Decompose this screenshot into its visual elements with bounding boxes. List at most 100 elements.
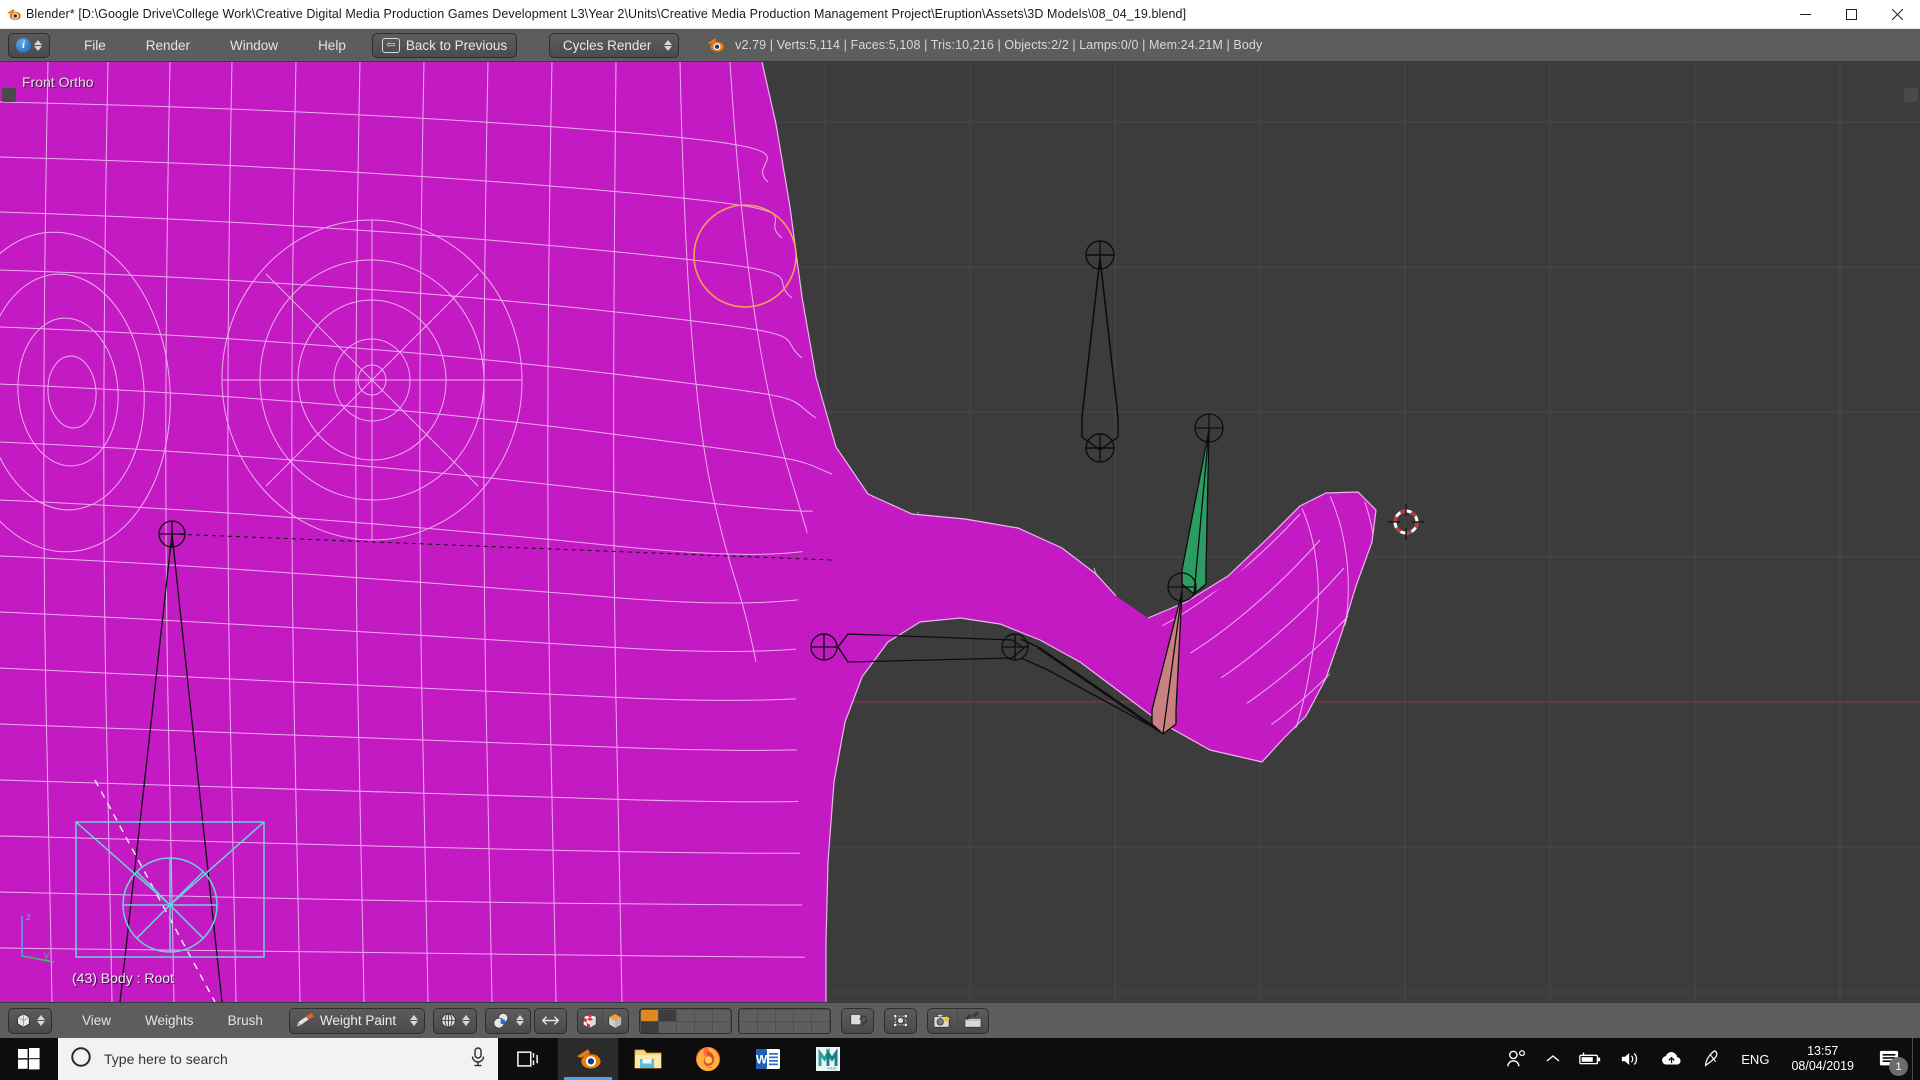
show-desktop-button[interactable]	[1912, 1038, 1920, 1080]
window-title: Blender* [D:\Google Drive\College Work\C…	[26, 7, 1187, 21]
menu-help[interactable]: Help	[308, 36, 356, 55]
clock-date: 08/04/2019	[1791, 1059, 1854, 1073]
interaction-mode-select[interactable]: Weight Paint	[288, 1007, 425, 1034]
mudbox-taskbar-icon[interactable]: MUD	[798, 1038, 858, 1080]
minimize-button[interactable]	[1782, 0, 1828, 29]
file-explorer-taskbar-icon[interactable]	[618, 1038, 678, 1080]
layer-18[interactable]	[775, 1021, 793, 1033]
transform-manipulator-button[interactable]	[883, 1007, 917, 1034]
render-engine-select[interactable]: Cycles Render	[549, 32, 680, 58]
3d-viewport[interactable]: Front Ortho (43) Body : Root z y	[0, 62, 1920, 1002]
textured-shading-icon[interactable]	[578, 1008, 603, 1033]
search-placeholder: Type here to search	[104, 1051, 228, 1067]
body-mesh-surface	[0, 62, 1284, 1002]
layer-1[interactable]	[640, 1009, 658, 1021]
back-to-previous-button[interactable]: ⇦ Back to Previous	[371, 32, 518, 58]
onedrive-icon[interactable]	[1651, 1038, 1693, 1080]
object-mode-icon	[17, 1013, 30, 1028]
maximize-button[interactable]	[1828, 0, 1874, 29]
chevron-updown-icon	[664, 39, 673, 51]
layer-8[interactable]	[775, 1009, 793, 1021]
blender-info-header: i File Render Window Help ⇦ Back to Prev…	[0, 29, 1920, 62]
pen-icon[interactable]	[1693, 1038, 1731, 1080]
people-icon[interactable]	[1497, 1038, 1537, 1080]
layer-13[interactable]	[676, 1021, 694, 1033]
menu-render[interactable]: Render	[136, 36, 200, 55]
proportional-edit-select[interactable]	[484, 1007, 531, 1034]
word-taskbar-icon[interactable]: W	[738, 1038, 798, 1080]
windows-start-icon[interactable]	[0, 1038, 58, 1080]
firefox-taskbar-icon[interactable]	[678, 1038, 738, 1080]
axis-gizmo: z y	[21, 912, 55, 963]
render-image-icon	[933, 1013, 951, 1028]
solid-shading-icon[interactable]	[603, 1009, 628, 1033]
render-engine-label: Cycles Render	[562, 37, 652, 53]
proportional-falloff-select[interactable]	[533, 1007, 567, 1034]
viewport-menu-brush[interactable]: Brush	[218, 1011, 273, 1030]
view-orientation-label: Front Ortho	[22, 74, 94, 90]
axis-label-z: z	[26, 912, 31, 923]
bone-selected-green	[1167, 413, 1224, 602]
layer-12[interactable]	[658, 1021, 676, 1033]
close-button[interactable]	[1874, 0, 1920, 29]
system-tray: ENG 13:57 08/04/2019 1	[1497, 1038, 1920, 1080]
viewport-menu-view[interactable]: View	[72, 1011, 121, 1030]
viewport-header: View Weights Brush Weight Paint	[0, 1002, 1920, 1038]
bone-upper-floating	[1081, 240, 1119, 463]
layer-17[interactable]	[757, 1021, 775, 1033]
taskbar-clock[interactable]: 13:57 08/04/2019	[1779, 1038, 1866, 1080]
scene-statistics: v2.79 | Verts:5,114 | Faces:5,108 | Tris…	[735, 38, 1263, 52]
layer-14[interactable]	[694, 1021, 712, 1033]
mode-selector[interactable]	[8, 1007, 52, 1034]
svg-text:W: W	[756, 1053, 768, 1067]
falloff-smooth-icon	[541, 1016, 559, 1025]
render-image-button[interactable]	[928, 1008, 958, 1033]
viewport-shading-group[interactable]	[576, 1007, 629, 1034]
layer-20[interactable]	[811, 1021, 829, 1033]
pivot-point-select[interactable]	[432, 1007, 477, 1034]
action-center-icon[interactable]: 1	[1866, 1038, 1912, 1080]
editor-type-selector[interactable]: i	[8, 32, 50, 58]
clock-time: 13:57	[1807, 1044, 1839, 1058]
windows-taskbar: Type here to search W MUD ENG 13:57 08/0…	[0, 1038, 1920, 1080]
active-bone-label: (43) Body : Root	[72, 970, 174, 986]
blender-logo-icon	[705, 35, 725, 55]
layer-19[interactable]	[793, 1021, 811, 1033]
proportional-edit-icon	[493, 1012, 509, 1029]
task-view-icon[interactable]	[498, 1038, 558, 1080]
volume-icon[interactable]	[1611, 1038, 1651, 1080]
blender-taskbar-icon[interactable]	[558, 1038, 618, 1080]
layer-11[interactable]	[640, 1021, 658, 1033]
back-arrow-icon: ⇦	[381, 37, 400, 53]
cortana-circle-icon	[70, 1046, 92, 1073]
viewport-corner-handle-left[interactable]	[2, 88, 16, 102]
3d-cursor	[1388, 504, 1424, 540]
menu-file[interactable]: File	[74, 36, 116, 55]
chevron-updown-icon	[34, 39, 42, 51]
show-hidden-icons-chevron[interactable]	[1537, 1038, 1569, 1080]
render-animation-button[interactable]	[958, 1009, 988, 1033]
layer-5[interactable]	[712, 1009, 730, 1021]
chevron-updown-icon	[409, 1015, 418, 1026]
layer-7[interactable]	[757, 1009, 775, 1021]
layer-2[interactable]	[658, 1009, 676, 1021]
layer-15[interactable]	[712, 1021, 730, 1033]
scene-layers-grid-left[interactable]	[638, 1007, 732, 1034]
language-indicator[interactable]: ENG	[1731, 1052, 1779, 1067]
scene-layers-grid-right[interactable]	[737, 1007, 831, 1034]
layer-10[interactable]	[811, 1009, 829, 1021]
layer-9[interactable]	[793, 1009, 811, 1021]
layer-3[interactable]	[676, 1009, 694, 1021]
layer-6[interactable]	[739, 1009, 757, 1021]
layer-4[interactable]	[694, 1009, 712, 1021]
chevron-updown-icon	[461, 1015, 470, 1026]
battery-icon[interactable]	[1569, 1038, 1611, 1080]
menu-window[interactable]: Window	[220, 36, 288, 55]
search-input[interactable]: Type here to search	[58, 1038, 498, 1080]
lock-object-modes-button[interactable]	[840, 1007, 874, 1034]
microphone-icon[interactable]	[470, 1046, 486, 1072]
render-buttons-group[interactable]	[926, 1007, 989, 1034]
viewport-corner-handle-right[interactable]	[1904, 88, 1918, 102]
layer-16[interactable]	[739, 1021, 757, 1033]
viewport-menu-weights[interactable]: Weights	[135, 1011, 204, 1030]
